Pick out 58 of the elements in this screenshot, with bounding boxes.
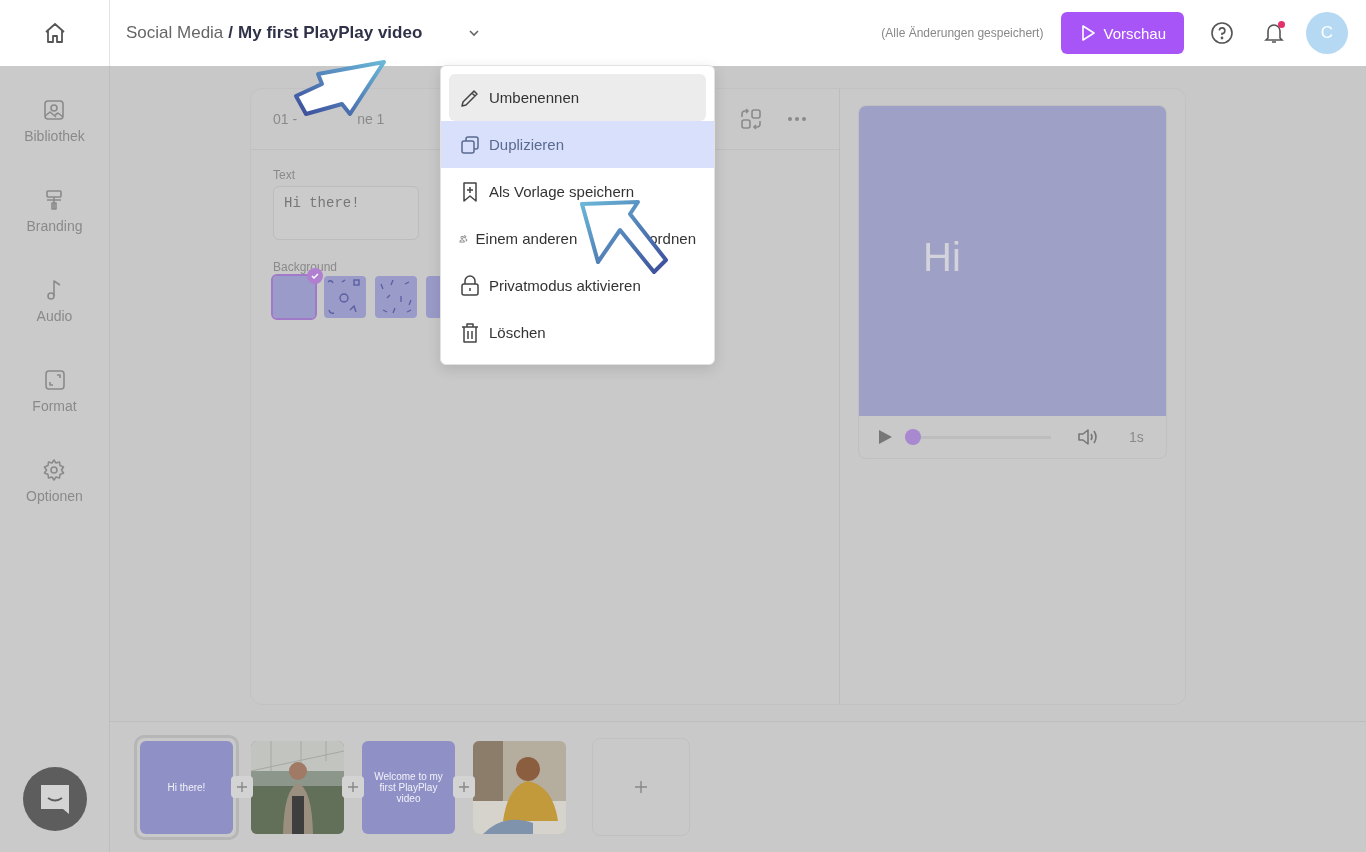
user-avatar[interactable]: C [1306, 12, 1348, 54]
background-swatch[interactable] [273, 276, 315, 318]
save-status: (Alle Änderungen gespeichert) [881, 26, 1044, 40]
menu-item-label: Privatmodus aktivieren [489, 277, 641, 294]
seek-slider[interactable] [905, 429, 1051, 445]
chevron-down-icon[interactable] [467, 28, 482, 38]
image-icon[interactable] [42, 98, 67, 122]
menu-item[interactable]: Löschen [441, 309, 714, 356]
breadcrumb-separator: / [228, 23, 234, 43]
sidebar-item[interactable]: Format [32, 398, 77, 414]
background-swatch[interactable] [375, 276, 417, 318]
scene-thumbnail[interactable]: Hi there! [134, 734, 239, 840]
copy-icon [459, 133, 481, 156]
scene-caption: Hi there! [167, 781, 206, 793]
video-title: My first PlayPlay video [238, 23, 423, 43]
play-icon [1079, 24, 1098, 42]
scene-title: ne 1 [357, 111, 385, 127]
add-scene-button[interactable] [592, 738, 690, 836]
help-icon[interactable] [1210, 21, 1234, 45]
scene-caption: Welcome to my first PlayPlay video [373, 770, 444, 804]
sidebar-item[interactable]: Audio [36, 308, 73, 324]
resize-icon[interactable] [42, 368, 67, 392]
add-scene-between-button[interactable] [231, 776, 253, 798]
more-options-icon[interactable] [787, 116, 807, 122]
plus-icon [458, 781, 470, 793]
menu-item[interactable]: Umbenennen [449, 74, 706, 121]
add-scene-between-button[interactable] [342, 776, 364, 798]
menu-item-label: Einem anderen [475, 230, 578, 247]
sidebar-item[interactable]: Branding [26, 218, 83, 234]
plus-icon [634, 780, 648, 794]
settings-icon[interactable] [42, 458, 67, 482]
background-swatch[interactable] [324, 276, 366, 318]
plus-icon [236, 781, 248, 793]
add-scene-between-button[interactable] [453, 776, 475, 798]
preview-button[interactable]: Vorschau [1061, 12, 1184, 54]
swap-layout-icon[interactable] [739, 107, 763, 131]
text-input[interactable]: Hi there! [273, 186, 419, 240]
notification-bell-icon[interactable] [1262, 21, 1286, 45]
text-label: Text [273, 168, 296, 182]
menu-item-label: Duplizieren [489, 136, 565, 153]
lock-icon [459, 274, 481, 297]
volume-icon[interactable] [1077, 427, 1099, 447]
menu-item[interactable]: Als Vorlage speichern [441, 168, 714, 215]
sidebar-item[interactable]: Optionen [26, 488, 83, 504]
menu-item-label: Löschen [489, 324, 546, 341]
breadcrumb-folder[interactable]: Social Media [126, 23, 224, 43]
scene-title: 01 - [273, 111, 298, 127]
menu-item-label: Als Vorlage speichern [489, 183, 635, 200]
seek-thumb[interactable] [905, 429, 921, 445]
duration-label: 1s [1129, 429, 1144, 445]
sidebar-item[interactable]: Bibliothek [24, 128, 85, 144]
plus-icon [347, 781, 359, 793]
trash-icon [459, 321, 481, 344]
menu-item[interactable]: Duplizieren [441, 121, 714, 168]
background-label: Background [273, 260, 339, 274]
play-icon[interactable] [877, 429, 893, 445]
menu-item-label: Umbenennen [489, 89, 580, 106]
menu-item[interactable]: Privatmodus aktivieren [441, 262, 714, 309]
